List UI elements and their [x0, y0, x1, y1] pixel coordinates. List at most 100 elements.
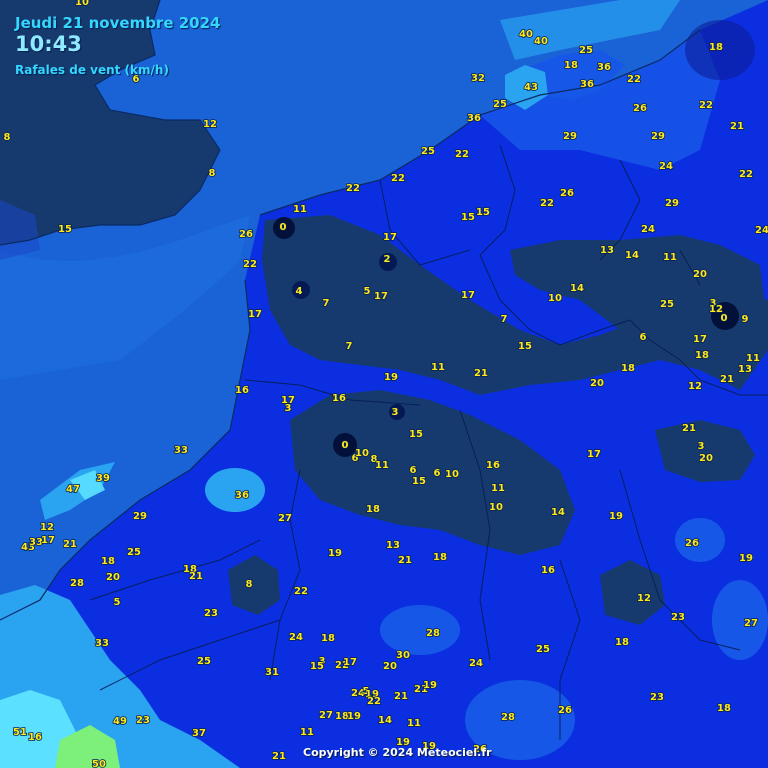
wind-gust-value: 29 [133, 511, 147, 522]
wind-gust-value: 17 [374, 291, 388, 302]
wind-gust-value: 21 [730, 121, 744, 132]
wind-gust-value: 21 [272, 751, 286, 762]
wind-gust-value: 11 [407, 718, 421, 729]
wind-gust-value: 47 [66, 484, 80, 495]
wind-gust-value: 22 [367, 696, 381, 707]
wind-gust-value: 25 [660, 299, 674, 310]
wind-gust-value: 7 [501, 314, 508, 325]
wind-gust-value: 37 [192, 728, 206, 739]
wind-gust-value: 28 [70, 578, 84, 589]
wind-gust-value: 29 [651, 131, 665, 142]
wind-gust-value: 22 [346, 183, 360, 194]
wind-gust-value: 20 [106, 572, 120, 583]
wind-gust-value: 21 [189, 571, 203, 582]
wind-gust-value: 24 [641, 224, 655, 235]
wind-gust-value: 15 [310, 661, 324, 672]
wind-gust-value: 18 [709, 42, 723, 53]
wind-gust-value: 36 [597, 62, 611, 73]
wind-gust-value: 26 [685, 538, 699, 549]
wind-gust-value: 40 [534, 36, 548, 47]
wind-gust-value: 19 [423, 680, 437, 691]
wind-gust-value: 36 [580, 79, 594, 90]
wind-gust-value: 2 [384, 254, 391, 265]
wind-gust-value: 19 [384, 372, 398, 383]
wind-gust-value: 28 [501, 712, 515, 723]
wind-gust-value: 32 [471, 73, 485, 84]
wind-gust-value: 12 [637, 593, 651, 604]
wind-gust-value: 49 [113, 716, 127, 727]
wind-gust-value: 17 [383, 232, 397, 243]
wind-gust-value: 25 [493, 99, 507, 110]
wind-gust-value: 31 [265, 667, 279, 678]
wind-gust-value: 18 [366, 504, 380, 515]
wind-gust-value: 15 [461, 212, 475, 223]
wind-gust-value: 15 [412, 476, 426, 487]
wind-gust-value: 23 [671, 612, 685, 623]
wind-gust-value: 39 [96, 473, 110, 484]
wind-gust-value: 20 [383, 661, 397, 672]
wind-gust-value: 25 [421, 146, 435, 157]
wind-gust-value: 27 [278, 513, 292, 524]
wind-gust-value: 23 [650, 692, 664, 703]
wind-gust-value: 11 [491, 483, 505, 494]
wind-gust-value: 21 [63, 539, 77, 550]
wind-gust-value: 16 [28, 732, 42, 743]
wind-gust-value: 18 [433, 552, 447, 563]
wind-gust-value: 33 [174, 445, 188, 456]
wind-gust-value: 22 [455, 149, 469, 160]
wind-gust-value: 17 [248, 309, 262, 320]
wind-gust-value: 50 [92, 759, 106, 768]
champagne-strong-spot [380, 605, 460, 655]
parameter-label: Rafales de vent (km/h) [15, 63, 169, 77]
wind-gust-value: 33 [95, 638, 109, 649]
wind-gust-value: 26 [560, 188, 574, 199]
wind-gust-value: 11 [431, 362, 445, 373]
wind-gust-value: 20 [590, 378, 604, 389]
wind-gust-value: 21 [394, 691, 408, 702]
time-label: 10:43 [15, 32, 82, 56]
wind-gust-value: 14 [625, 250, 639, 261]
wind-gust-value: 24 [659, 161, 673, 172]
wind-gust-value: 19 [739, 553, 753, 564]
wind-gust-value: 27 [319, 710, 333, 721]
wind-gust-value: 4 [296, 286, 303, 297]
wind-gust-value: 0 [721, 313, 728, 324]
wind-gust-value: 17 [587, 449, 601, 460]
wind-gust-value: 15 [518, 341, 532, 352]
wind-gust-value: 22 [294, 586, 308, 597]
wind-gust-value: 0 [342, 440, 349, 451]
wind-gust-value: 3 [698, 441, 705, 452]
wind-gust-value: 26 [633, 103, 647, 114]
wind-gust-value: 18 [695, 350, 709, 361]
wind-gust-value: 14 [378, 715, 392, 726]
wind-gust-value: 11 [300, 727, 314, 738]
wind-gust-value: 18 [564, 60, 578, 71]
wind-gust-value: 5 [364, 286, 371, 297]
wind-gust-value: 27 [744, 618, 758, 629]
wind-gust-value: 17 [343, 657, 357, 668]
wind-gust-value: 9 [742, 314, 749, 325]
wind-gust-value: 10 [355, 448, 369, 459]
wind-gust-value: 16 [486, 460, 500, 471]
wind-gust-value: 15 [409, 429, 423, 440]
wind-gust-value: 16 [541, 565, 555, 576]
wind-gust-value: 16 [235, 385, 249, 396]
wind-gust-value: 36 [467, 113, 481, 124]
wind-gust-value: 11 [663, 252, 677, 263]
wind-gust-value: 3 [392, 407, 399, 418]
wind-gust-value: 25 [579, 45, 593, 56]
wind-gust-value: 22 [540, 198, 554, 209]
wind-gust-value: 18 [321, 633, 335, 644]
copyright-label: Copyright © 2024 Meteociel.fr [303, 746, 492, 759]
east-strong-spot [675, 518, 725, 562]
wind-gust-value: 13 [738, 364, 752, 375]
wind-gust-value: 43 [524, 82, 538, 93]
wind-gust-value: 15 [476, 207, 490, 218]
wind-gust-value: 18 [101, 556, 115, 567]
wind-gust-value: 26 [239, 229, 253, 240]
wind-gust-value: 13 [600, 245, 614, 256]
wind-gust-value: 36 [235, 490, 249, 501]
wind-gust-value: 14 [570, 283, 584, 294]
wind-gust-value: 12 [203, 119, 217, 130]
wind-gust-value: 40 [519, 29, 533, 40]
